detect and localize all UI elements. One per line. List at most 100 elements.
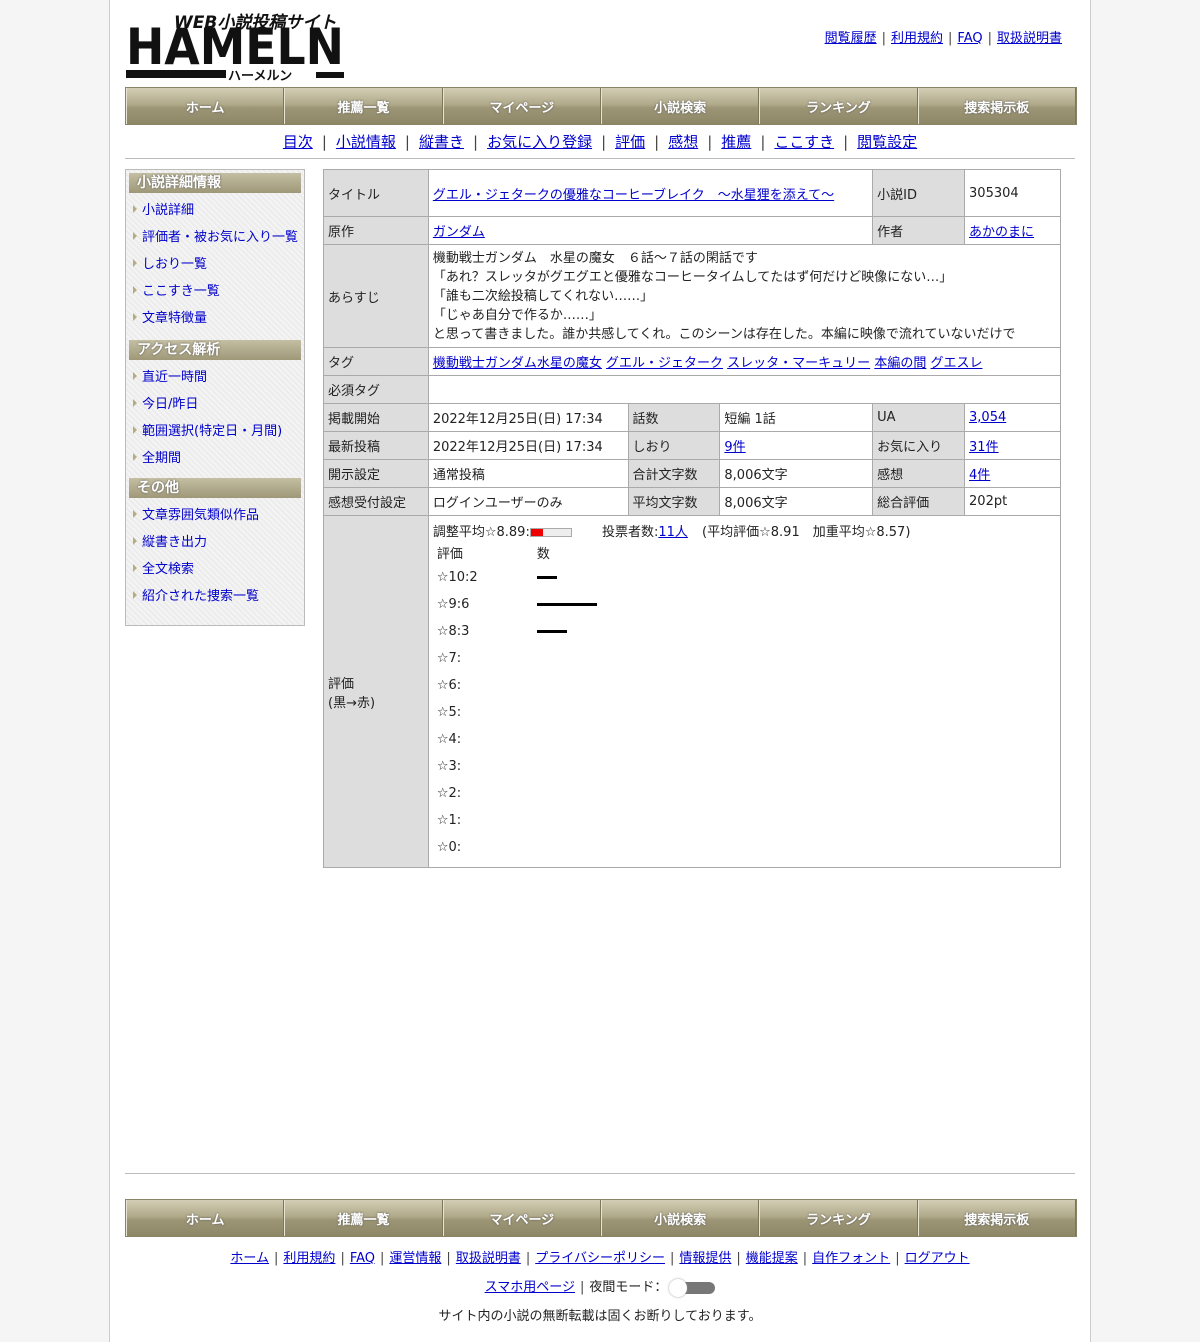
subnav-favorite[interactable]: お気に入り登録 <box>487 133 592 151</box>
footer-link-feature-request[interactable]: 機能提案 <box>746 1251 798 1266</box>
footer-link-logout[interactable]: ログアウト <box>905 1251 970 1266</box>
sidebar-link-range[interactable]: 範囲選択(特定日・月間) <box>142 424 282 439</box>
author-link[interactable]: あかのまに <box>969 225 1034 240</box>
sidebar-item[interactable]: 文章雰囲気類似作品 <box>126 502 304 529</box>
sidebar-item[interactable]: 紹介された捜索一覧 <box>126 583 304 610</box>
footer-nav-mypage[interactable]: マイページ <box>442 1200 601 1236</box>
footer-nav-ranking[interactable]: ランキング <box>759 1200 918 1236</box>
sidebar-link-raters[interactable]: 評価者・被お気に入り一覧 <box>142 230 298 245</box>
tags-label: タグ <box>323 347 429 376</box>
sidebar-link-similar[interactable]: 文章雰囲気類似作品 <box>142 508 259 523</box>
sidebar-item[interactable]: 縦書き出力 <box>126 529 304 556</box>
footer-link-faq[interactable]: FAQ <box>350 1251 375 1266</box>
stat-value: 202pt <box>964 487 1061 516</box>
stats-row: 開示設定 通常投稿 合計文字数 8,006文字 感想 4件 <box>323 459 1061 488</box>
top-link-manual[interactable]: 取扱説明書 <box>997 31 1062 46</box>
sidebar-item[interactable]: 全文検索 <box>126 556 304 583</box>
tag-link[interactable]: スレッタ・マーキュリー <box>727 356 870 371</box>
stat-value-link[interactable]: 31件 <box>969 440 999 455</box>
original-link[interactable]: ガンダム <box>433 225 485 240</box>
svg-text:HAMELN: HAMELN <box>126 18 344 76</box>
subnav-info[interactable]: 小説情報 <box>336 133 396 151</box>
sidebar-item[interactable]: 小説詳細 <box>126 197 304 224</box>
sidebar-link-bookmarks[interactable]: しおり一覧 <box>142 257 207 272</box>
sidebar-link-searches[interactable]: 紹介された捜索一覧 <box>142 589 259 604</box>
stat-label: 感想 <box>872 459 966 488</box>
sidebar-link-features[interactable]: 文章特徴量 <box>142 311 207 326</box>
subnav-recommend[interactable]: 推薦 <box>721 133 751 151</box>
nav-recommend[interactable]: 推薦一覧 <box>284 88 443 124</box>
stat-value-link[interactable]: 3,054 <box>969 410 1006 425</box>
subnav-toc[interactable]: 目次 <box>283 133 313 151</box>
sidebar-link-today[interactable]: 今日/昨日 <box>142 397 198 412</box>
tag-link[interactable]: 機動戦士ガンダム水星の魔女 <box>433 356 602 371</box>
sidebar-item[interactable]: 評価者・被お気に入り一覧 <box>126 224 304 251</box>
novel-id: 305304 <box>964 169 1061 217</box>
tag-link[interactable]: グエスレ <box>930 356 982 371</box>
top-link-terms[interactable]: 利用規約 <box>891 31 943 46</box>
footer-link-privacy[interactable]: プライバシーポリシー <box>535 1251 665 1266</box>
subnav-kokosuki[interactable]: ここすき <box>774 133 834 151</box>
night-mode-toggle[interactable] <box>669 1278 716 1297</box>
stat-value: 3,054 <box>964 403 1061 432</box>
distribution-label: ☆8:3 <box>436 624 470 639</box>
synopsis-line: 「あれ？スレッタがグエグエと優雅なコーヒータイムしてたはず何だけど映像にない…」 <box>432 269 953 285</box>
sidebar-item[interactable]: 範囲選択(特定日・月間) <box>126 418 304 445</box>
footer-link-operations[interactable]: 運営情報 <box>389 1251 441 1266</box>
rating-distribution: ☆10:2 ☆9:6 ☆8:3 ☆7: ☆6: ☆5: ☆4: ☆3: ☆2: ☆1: ☆0: <box>433 564 1056 861</box>
footer-link-custom-font[interactable]: 自作フォント <box>812 1251 890 1266</box>
divider <box>125 158 1075 159</box>
stat-value: 9件 <box>719 431 874 460</box>
footer-link-manual[interactable]: 取扱説明書 <box>456 1251 521 1266</box>
distribution-bar <box>536 603 597 606</box>
distribution-header: 評価 数 <box>433 540 1056 564</box>
top-link-faq[interactable]: FAQ <box>957 31 982 46</box>
nav-ranking[interactable]: ランキング <box>759 88 918 124</box>
sidebar-link-vertical-output[interactable]: 縦書き出力 <box>142 535 207 550</box>
novel-title-link[interactable]: グエル・ジェタークの優雅なコーヒーブレイク 〜水星狸を添えて〜 <box>433 188 834 203</box>
distribution-row: ☆4: <box>433 726 1056 753</box>
sidebar-item[interactable]: 全期間 <box>126 445 304 472</box>
footer-nav-search[interactable]: 小説検索 <box>600 1200 760 1236</box>
footer-link-terms[interactable]: 利用規約 <box>283 1251 335 1266</box>
voters-link[interactable]: 11人 <box>658 525 688 540</box>
nav-search[interactable]: 小説検索 <box>600 88 760 124</box>
subnav-rate[interactable]: 評価 <box>615 133 645 151</box>
sidebar-item[interactable]: 直近一時間 <box>126 364 304 391</box>
sidebar-link-last-hour[interactable]: 直近一時間 <box>142 370 207 385</box>
distribution-label: ☆3: <box>436 759 462 774</box>
footer-link-mobile[interactable]: スマホ用ページ <box>485 1280 575 1295</box>
top-link-history[interactable]: 閲覧履歴 <box>825 31 877 46</box>
sidebar-item[interactable]: ここすき一覧 <box>126 278 304 305</box>
sidebar-link-fulltext[interactable]: 全文検索 <box>142 562 194 577</box>
tag-link[interactable]: 本編の間 <box>874 356 926 371</box>
tag-link[interactable]: グエル・ジェターク <box>606 356 723 371</box>
hameln-logo[interactable]: WEB小説投稿サイト HAMELN ハーメルン <box>126 8 346 82</box>
synopsis-line: 機動戦士ガンダム 水星の魔女 ６話〜７話の閑話です <box>432 250 758 266</box>
sidebar-item[interactable]: 今日/昨日 <box>126 391 304 418</box>
distribution-label: ☆7: <box>436 651 462 666</box>
footer-link-home[interactable]: ホーム <box>230 1251 269 1266</box>
footer-nav-board[interactable]: 捜索掲示板 <box>917 1200 1076 1236</box>
footer-nav-recommend[interactable]: 推薦一覧 <box>284 1200 443 1236</box>
sidebar-item[interactable]: しおり一覧 <box>126 251 304 278</box>
stat-label: 合計文字数 <box>627 459 721 488</box>
nav-mypage[interactable]: マイページ <box>442 88 601 124</box>
nav-home[interactable]: ホーム <box>126 88 285 124</box>
night-mode-label: 夜間モード： <box>589 1280 668 1295</box>
stat-value-link[interactable]: 9件 <box>724 440 745 455</box>
stat-value-link[interactable]: 4件 <box>969 468 990 483</box>
footer-link-report[interactable]: 情報提供 <box>679 1251 731 1266</box>
subnav-view-settings[interactable]: 閲覧設定 <box>857 133 917 151</box>
subnav-vertical[interactable]: 縦書き <box>419 133 464 151</box>
nav-board[interactable]: 捜索掲示板 <box>917 88 1076 124</box>
sidebar-link-kokosuki[interactable]: ここすき一覧 <box>142 284 220 299</box>
stat-label: しおり <box>627 431 721 460</box>
sidebar-item[interactable]: 文章特徴量 <box>126 305 304 332</box>
subnav-comments[interactable]: 感想 <box>668 133 698 151</box>
footer-nav-home[interactable]: ホーム <box>126 1200 285 1236</box>
svg-text:ハーメルン: ハーメルン <box>228 69 292 82</box>
sidebar-link-all-time[interactable]: 全期間 <box>142 451 181 466</box>
sidebar-heading-details: 小説詳細情報 <box>129 173 301 193</box>
sidebar-link-novel-details[interactable]: 小説詳細 <box>142 203 194 218</box>
